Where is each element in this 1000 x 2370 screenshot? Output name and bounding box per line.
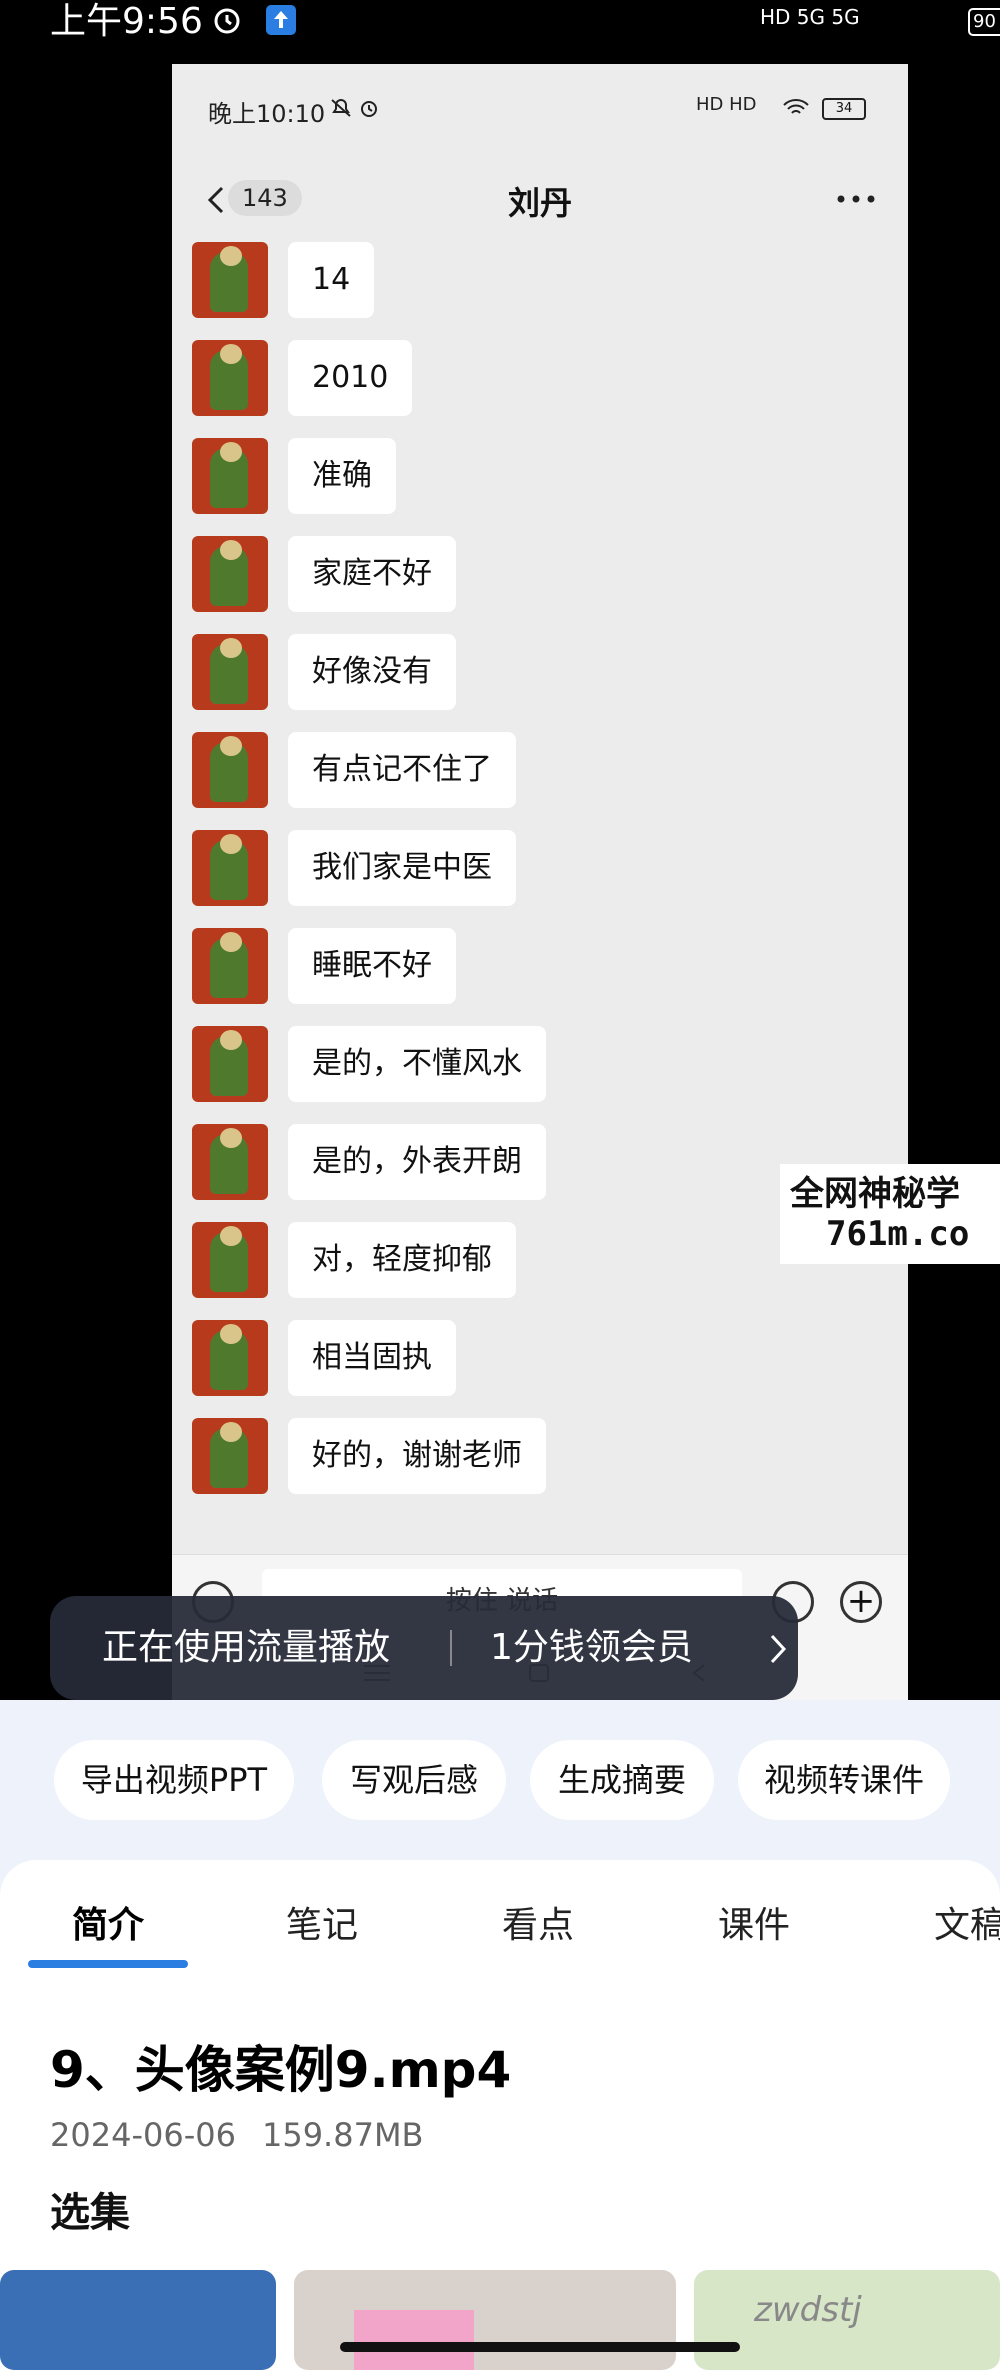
chat-signal: HD HD: [696, 94, 757, 115]
chevron-right-icon[interactable]: [762, 1632, 792, 1666]
toast-text: 正在使用流量播放: [102, 1627, 391, 1668]
active-tab-indicator: [28, 1960, 188, 1968]
avatar: [192, 732, 268, 808]
data-usage-toast: 正在使用流量播放 1分钱领会员: [50, 1596, 798, 1700]
message-bubble: 好像没有: [288, 634, 456, 710]
video-date: 2024-06-06: [50, 2116, 236, 2154]
home-indicator[interactable]: [340, 2342, 740, 2352]
tab-notes[interactable]: 笔记: [286, 1896, 358, 1948]
chat-status-bar: 晚上10:10 HD HD 34: [172, 64, 908, 154]
message-bubble: 准确: [288, 438, 396, 514]
tab-highlights[interactable]: 看点: [502, 1896, 574, 1948]
avatar: [192, 1026, 268, 1102]
watermark-line1: 全网神秘学: [790, 1174, 960, 1214]
avatar: [192, 1418, 268, 1494]
message-bubble: 好的，谢谢老师: [288, 1418, 546, 1494]
chat-battery: 34: [822, 98, 866, 120]
message-bubble: 有点记不住了: [288, 732, 516, 808]
upload-icon: [266, 5, 296, 35]
network-status: HD 5G 5G: [760, 5, 860, 29]
system-status-bar: 上午9:56 HD 5G 5G 90: [0, 0, 1000, 44]
message-bubble: 对，轻度抑郁: [288, 1222, 516, 1298]
episode-thumbnail[interactable]: [0, 2270, 276, 2370]
tab-intro[interactable]: 简介: [72, 1896, 144, 1948]
avatar: [192, 928, 268, 1004]
contact-name: 刘丹: [507, 184, 572, 222]
details-card: 简介 笔记 看点 课件 文稿 9、头像案例9.mp4 2024-06-06 159…: [0, 1860, 1000, 2370]
avatar: [192, 242, 268, 318]
avatar: [192, 1320, 268, 1396]
message-bubble: 是的，不懂风水: [288, 1026, 546, 1102]
video-to-courseware-button[interactable]: 视频转课件: [738, 1740, 950, 1820]
message-bubble: 14: [288, 242, 375, 318]
mute-icon: [331, 99, 351, 117]
wifi-icon: [783, 99, 809, 114]
message-bubble: 家庭不好: [288, 536, 456, 612]
alarm-icon: [214, 8, 240, 34]
toast-divider: [450, 1630, 452, 1666]
video-title: 9、头像案例9.mp4: [50, 2041, 512, 2099]
watermark: 全网神秘学 761m.co: [780, 1164, 1000, 1264]
episode-thumbnail[interactable]: zwdstj: [694, 2270, 1000, 2370]
avatar: [192, 1222, 268, 1298]
membership-offer-link[interactable]: 1分钱领会员: [490, 1596, 693, 1700]
export-ppt-button[interactable]: 导出视频PPT: [54, 1740, 294, 1820]
message-bubble: 睡眠不好: [288, 928, 456, 1004]
message-bubble: 2010: [288, 340, 413, 416]
avatar: [192, 340, 268, 416]
episode-thumbnail[interactable]: [294, 2270, 676, 2370]
video-details-panel: 导出视频PPT 写观后感 生成摘要 视频转课件 简介 笔记 看点 课件 文稿 9…: [0, 1700, 1000, 2370]
write-review-button[interactable]: 写观后感: [322, 1740, 506, 1820]
avatar: [192, 634, 268, 710]
alarm-icon: [361, 101, 377, 117]
status-time: 上午9:56: [50, 1, 203, 42]
avatar: [192, 438, 268, 514]
thumbnail-text: zwdstj: [754, 2290, 862, 2330]
tab-transcript[interactable]: 文稿: [934, 1896, 1000, 1948]
video-player[interactable]: 晚上10:10 HD HD 34 143 刘丹 14 2010 准确 家庭不好 …: [0, 44, 1000, 1742]
battery-indicator: 90: [968, 8, 1000, 36]
avatar: [192, 536, 268, 612]
chat-header: 143 刘丹: [172, 154, 908, 244]
video-meta: 2024-06-06 159.87MB: [50, 2116, 450, 2154]
avatar: [192, 1124, 268, 1200]
message-bubble: 我们家是中医: [288, 830, 516, 906]
episodes-heading: 选集: [50, 2190, 130, 2236]
message-bubble: 是的，外表开朗: [288, 1124, 546, 1200]
plus-icon: +: [840, 1581, 882, 1623]
avatar: [192, 830, 268, 906]
chat-screenshot: 晚上10:10 HD HD 34 143 刘丹 14 2010 准确 家庭不好 …: [172, 64, 908, 1704]
watermark-line2: 761m.co: [826, 1214, 970, 1254]
generate-summary-button[interactable]: 生成摘要: [530, 1740, 714, 1820]
chat-status-time: 晚上10:10: [208, 100, 326, 128]
tab-courseware[interactable]: 课件: [718, 1896, 790, 1948]
more-options-icon[interactable]: [836, 194, 876, 204]
video-size: 159.87MB: [261, 2116, 424, 2154]
message-bubble: 相当固执: [288, 1320, 456, 1396]
